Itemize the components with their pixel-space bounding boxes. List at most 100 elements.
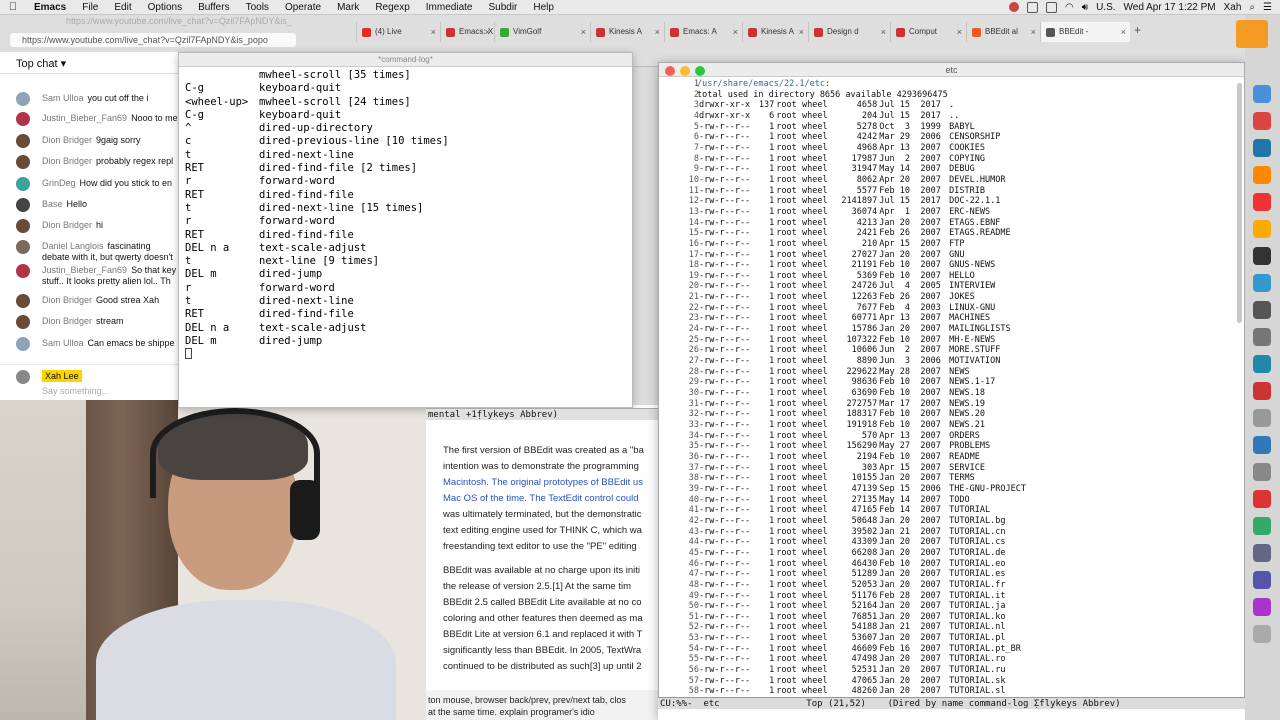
dock-app-icon[interactable] bbox=[1253, 517, 1271, 535]
dired-buffer[interactable]: /usr/share/emacs/22.1/etc: total used in … bbox=[697, 79, 1026, 697]
menu-item-regexp[interactable]: Regexp bbox=[367, 2, 417, 13]
menu-item-edit[interactable]: Edit bbox=[106, 2, 139, 13]
browser-tab[interactable]: (4) Live × bbox=[356, 22, 440, 42]
dired-file-row[interactable]: -rw-r--r-- 1 root wheel 2141897 Jul 15 2017 DO… bbox=[697, 196, 1026, 207]
chat-input[interactable]: Say something... bbox=[42, 386, 109, 396]
dock-app-icon[interactable] bbox=[1253, 598, 1271, 616]
browser-tab[interactable]: Kinesis A × bbox=[590, 22, 664, 42]
dired-file-row[interactable]: -rw-r--r-- 1 root wheel 7677 Feb 4 2003 LINUX-… bbox=[697, 303, 1026, 314]
file-name[interactable]: TUTORIAL.nl bbox=[944, 622, 1005, 633]
file-name[interactable]: MOTIVATION bbox=[944, 356, 1000, 367]
dired-file-row[interactable]: -rw-r--r-- 1 root wheel 48260 Jan 20 2007 TUTO… bbox=[697, 686, 1026, 697]
menu-item-file[interactable]: File bbox=[74, 2, 106, 13]
browser-tab[interactable]: VimGolf × bbox=[494, 22, 590, 42]
menu-item-help[interactable]: Help bbox=[525, 2, 562, 13]
dired-file-row[interactable]: -rw-r--r-- 1 root wheel 303 Apr 15 2007 SERVIC… bbox=[697, 463, 1026, 474]
file-name[interactable]: NEWS.21 bbox=[944, 420, 985, 431]
file-name[interactable]: DEBUG bbox=[944, 164, 975, 175]
browser-tab[interactable]: BBEdit - × bbox=[1040, 22, 1130, 42]
menu-item-emacs[interactable]: Emacs bbox=[26, 2, 74, 13]
dock-app-icon[interactable] bbox=[1253, 436, 1271, 454]
file-name[interactable]: TERMS bbox=[944, 473, 975, 484]
dock-app-icon[interactable] bbox=[1253, 301, 1271, 319]
file-name[interactable]: DOC-22.1.1 bbox=[944, 196, 1000, 207]
file-name[interactable]: LINUX-GNU bbox=[944, 303, 995, 314]
wiki-text[interactable]: Macintosh. The original prototypes of BB… bbox=[443, 477, 643, 488]
chat-author[interactable]: Sam Ulloa bbox=[42, 93, 84, 103]
dired-file-row[interactable]: -rw-r--r-- 1 root wheel 47165 Feb 14 2007 TUTO… bbox=[697, 505, 1026, 516]
dired-file-row[interactable]: -rw-r--r-- 1 root wheel 24726 Jul 4 2005 INTER… bbox=[697, 281, 1026, 292]
dired-file-row[interactable]: -rw-r--r-- 1 root wheel 52164 Jan 20 2007 TUTO… bbox=[697, 601, 1026, 612]
file-name[interactable]: TUTORIAL.bg bbox=[944, 516, 1005, 527]
dired-file-row[interactable]: -rw-r--r-- 1 root wheel 27027 Jan 20 2007 GNU bbox=[697, 250, 1026, 261]
dired-file-row[interactable]: -rw-r--r-- 1 root wheel 17987 Jun 2 2007 COPYI… bbox=[697, 154, 1026, 165]
close-icon[interactable]: × bbox=[581, 22, 586, 42]
chat-header[interactable]: Top chat ▾ bbox=[0, 52, 178, 74]
dired-file-row[interactable]: -rw-r--r-- 1 root wheel 188317 Feb 10 2007 NEW… bbox=[697, 409, 1026, 420]
dired-file-row[interactable]: drwxr-xr-x 6 root wheel 204 Jul 15 2017.. bbox=[697, 111, 1026, 122]
file-name[interactable]: TUTORIAL bbox=[944, 505, 990, 516]
chat-author[interactable]: Justin_Bieber_Fan69 bbox=[42, 113, 127, 123]
dock-app-icon[interactable] bbox=[1253, 382, 1271, 400]
wiki-text[interactable]: Mac OS of the time. The TextEdit control… bbox=[443, 493, 639, 504]
dired-file-row[interactable]: -rw-r--r-- 1 root wheel 52053 Jan 20 2007 TUTO… bbox=[697, 580, 1026, 591]
dired-file-row[interactable]: -rw-r--r-- 1 root wheel 52531 Jan 20 2007 TUTO… bbox=[697, 665, 1026, 676]
menu-item-options[interactable]: Options bbox=[140, 2, 190, 13]
dock-app-icon[interactable] bbox=[1253, 544, 1271, 562]
close-icon[interactable]: × bbox=[733, 22, 738, 42]
user-name[interactable]: Xah bbox=[1224, 2, 1242, 13]
file-name[interactable]: MACHINES bbox=[944, 313, 990, 324]
file-name[interactable]: TUTORIAL.ro bbox=[944, 654, 1005, 665]
dock-app-icon[interactable] bbox=[1253, 220, 1271, 238]
file-name[interactable]: TUTORIAL.ko bbox=[944, 612, 1005, 623]
chat-author[interactable]: Dion Bridger bbox=[42, 295, 92, 305]
menu-item-operate[interactable]: Operate bbox=[277, 2, 329, 13]
menu-item-buffers[interactable]: Buffers bbox=[190, 2, 238, 13]
dock-app-icon[interactable] bbox=[1253, 328, 1271, 346]
chat-filter-label[interactable]: Top chat bbox=[16, 58, 58, 70]
close-icon[interactable]: × bbox=[431, 22, 436, 42]
file-name[interactable]: TUTORIAL.it bbox=[944, 591, 1005, 602]
file-name[interactable]: PROBLEMS bbox=[944, 441, 990, 452]
file-name[interactable]: DEVEL.HUMOR bbox=[944, 175, 1005, 186]
command-log-buffer[interactable]: mwheel-scroll [35 times] C-g keyboard-quit… bbox=[185, 69, 449, 363]
file-name[interactable]: MH-E-NEWS bbox=[944, 335, 995, 346]
file-name[interactable]: NEWS.19 bbox=[944, 399, 985, 410]
chat-author[interactable]: Daniel Langlois bbox=[42, 241, 104, 251]
dired-file-row[interactable]: -rw-r--r-- 1 root wheel 47498 Jan 20 2007 TUTO… bbox=[697, 654, 1026, 665]
chevron-down-icon[interactable]: ▾ bbox=[61, 58, 67, 70]
file-name[interactable]: TUTORIAL.de bbox=[944, 548, 1005, 559]
chat-author[interactable]: Base bbox=[42, 199, 63, 209]
dired-file-row[interactable]: -rw-r--r-- 1 root wheel 46430 Feb 10 2007 TUTO… bbox=[697, 559, 1026, 570]
file-name[interactable]: FTP bbox=[944, 239, 964, 250]
dired-file-row[interactable]: -rw-r--r-- 1 root wheel 229622 May 28 2007 NEW… bbox=[697, 367, 1026, 378]
dock-app-icon[interactable] bbox=[1253, 355, 1271, 373]
dock-app-icon[interactable] bbox=[1253, 112, 1271, 130]
dired-file-row[interactable]: -rw-r--r-- 1 root wheel 4968 Apr 13 2007 COOKI… bbox=[697, 143, 1026, 154]
browser-tab[interactable]: Comput × bbox=[890, 22, 966, 42]
file-name[interactable]: NEWS.1-17 bbox=[944, 377, 995, 388]
chat-author[interactable]: GrinDeg bbox=[42, 178, 76, 188]
file-name[interactable]: . bbox=[944, 100, 954, 111]
close-icon[interactable] bbox=[665, 66, 675, 76]
file-name[interactable]: NEWS.18 bbox=[944, 388, 985, 399]
record-icon[interactable] bbox=[1009, 2, 1020, 12]
close-icon[interactable]: × bbox=[957, 22, 962, 42]
dired-file-row[interactable]: -rw-r--r-- 1 root wheel 570 Apr 13 2007 ORDERS bbox=[697, 431, 1026, 442]
menu-item-tools[interactable]: Tools bbox=[238, 2, 277, 13]
dired-file-row[interactable]: drwxr-xr-x 137 root wheel 4658 Jul 15 2017. bbox=[697, 100, 1026, 111]
file-name[interactable]: TUTORIAL.cn bbox=[944, 527, 1005, 538]
dired-file-row[interactable]: -rw-r--r-- 1 root wheel 191918 Feb 10 2007 NEW… bbox=[697, 420, 1026, 431]
chat-author[interactable]: Dion Bridger bbox=[42, 135, 92, 145]
file-name[interactable]: GNU bbox=[944, 250, 964, 261]
dired-file-row[interactable]: -rw-r--r-- 1 root wheel 47139 Sep 15 2006 THE-… bbox=[697, 484, 1026, 495]
window-icon[interactable] bbox=[1027, 1, 1039, 13]
dired-file-row[interactable]: -rw-r--r-- 1 root wheel 210 Apr 15 2007 FTP bbox=[697, 239, 1026, 250]
menu-item-mark[interactable]: Mark bbox=[329, 2, 367, 13]
maximize-icon[interactable] bbox=[695, 66, 705, 76]
dired-file-row[interactable]: -rw-r--r-- 1 root wheel 50648 Jan 20 2007 TUTO… bbox=[697, 516, 1026, 527]
browser-tab[interactable]: BBEdit al × bbox=[966, 22, 1040, 42]
file-name[interactable]: MORE.STUFF bbox=[944, 345, 1000, 356]
minibuffer[interactable] bbox=[658, 709, 1245, 720]
file-name[interactable]: TUTORIAL.fr bbox=[944, 580, 1005, 591]
